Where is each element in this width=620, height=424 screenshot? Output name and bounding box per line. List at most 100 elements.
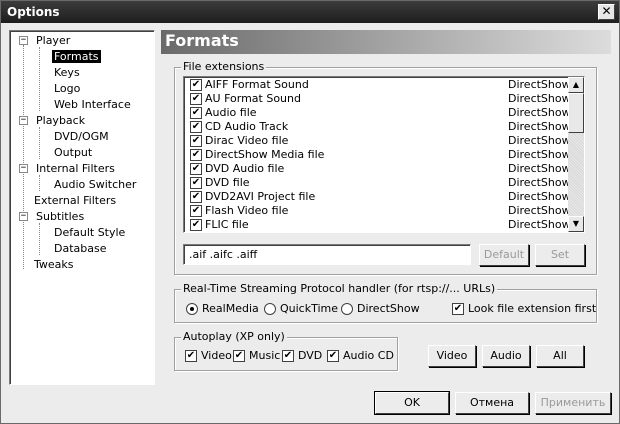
checkbox[interactable]: ✔	[190, 121, 202, 133]
autoplay-audiocd-checkbox[interactable]: ✔	[327, 350, 339, 362]
audio-button[interactable]: Audio	[482, 345, 530, 367]
file-extensions-list[interactable]: ✔ AIFF Format Sound DirectShow ✔ AU Format …	[183, 76, 585, 233]
list-scrollbar[interactable]: ▲ ▼	[568, 77, 584, 232]
tree-item-audio-switcher[interactable]: Audio Switcher	[52, 177, 138, 192]
checkbox[interactable]: ✔	[190, 191, 202, 203]
tree-label: Audio Switcher	[54, 178, 137, 191]
collapse-icon[interactable]: −	[19, 212, 28, 221]
close-button[interactable]: ✕	[598, 4, 615, 20]
list-item[interactable]: ✔ CD Audio Track DirectShow	[188, 120, 571, 134]
checkbox[interactable]: ✔	[190, 149, 202, 161]
tree-label: Subtitles	[36, 210, 85, 223]
ext-handler: DirectShow	[508, 176, 571, 189]
look-extension-label: Look file extension first	[468, 302, 597, 315]
checkbox[interactable]: ✔	[190, 79, 202, 91]
autoplay-dvd-checkbox[interactable]: ✔	[282, 350, 294, 362]
ext-name: CD Audio Track	[205, 120, 289, 133]
ext-name: AIFF Format Sound	[205, 78, 309, 91]
video-button[interactable]: Video	[428, 345, 476, 367]
tree-item-keys[interactable]: Keys	[52, 65, 82, 80]
ext-handler: DirectShow	[508, 92, 571, 105]
list-item[interactable]: ✔ AU Format Sound DirectShow	[188, 92, 571, 106]
radio-directshow[interactable]	[341, 303, 353, 315]
list-item[interactable]: ✔ AIFF Format Sound DirectShow	[188, 78, 571, 92]
list-item[interactable]: ✔ Dirac Video file DirectShow	[188, 134, 571, 148]
cancel-button[interactable]: Отмена	[455, 392, 529, 414]
group-label: Real-Time Streaming Protocol handler (fo…	[181, 282, 498, 295]
scroll-thumb[interactable]	[568, 93, 584, 133]
set-button[interactable]: Set	[535, 244, 585, 266]
ext-handler: DirectShow	[508, 190, 571, 203]
tree-label: Formats	[52, 50, 101, 63]
tree-item-default-style[interactable]: Default Style	[52, 225, 127, 240]
ext-handler: DirectShow	[508, 218, 571, 231]
ext-handler: DirectShow	[508, 148, 571, 161]
tree-label: External Filters	[34, 194, 117, 207]
autoplay-video-checkbox[interactable]: ✔	[185, 350, 197, 362]
page-title: Formats	[165, 31, 239, 50]
options-tree[interactable]: − Player Formats Keys Logo Web Interface…	[9, 30, 155, 385]
tree-playback-branch-line	[39, 127, 40, 159]
checkbox[interactable]: ✔	[190, 135, 202, 147]
checkbox[interactable]: ✔	[190, 205, 202, 217]
arrow-down-icon: ▼	[572, 219, 580, 228]
collapse-icon[interactable]: −	[19, 36, 28, 45]
list-item[interactable]: ✔ Audio file DirectShow	[188, 106, 571, 120]
look-extension-checkbox[interactable]: ✔	[452, 303, 464, 315]
list-item[interactable]: ✔ DVD2AVI Project file DirectShow	[188, 190, 571, 204]
checkbox[interactable]: ✔	[190, 107, 202, 119]
ext-handler: DirectShow	[508, 78, 571, 91]
group-label: File extensions	[181, 60, 267, 73]
default-button[interactable]: Default	[479, 244, 529, 266]
ext-handler: DirectShow	[508, 120, 571, 133]
tree-label: Database	[54, 242, 107, 255]
ext-name: DVD Audio file	[205, 162, 285, 175]
tree-item-tweaks[interactable]: Tweaks	[32, 257, 76, 272]
tree-item-database[interactable]: Database	[52, 241, 109, 256]
ext-name: Dirac Video file	[205, 134, 289, 147]
page-header: Formats	[161, 30, 611, 54]
list-item[interactable]: ✔ DVD Audio file DirectShow	[188, 162, 571, 176]
tree-item-web-interface[interactable]: Web Interface	[52, 97, 133, 112]
checkbox-label: Video	[201, 349, 232, 362]
radio-label: QuickTime	[280, 302, 339, 315]
tree-filters-branch-line	[39, 175, 40, 191]
title-bar[interactable]: Options ✕	[1, 1, 619, 23]
collapse-icon[interactable]: −	[19, 116, 28, 125]
window-title: Options	[7, 5, 60, 19]
list-item[interactable]: ✔ Flash Video file DirectShow	[188, 204, 571, 218]
tree-item-external-filters[interactable]: External Filters	[32, 193, 118, 208]
ok-button[interactable]: OK	[374, 391, 450, 415]
tree-item-dvd-ogm[interactable]: DVD/OGM	[52, 129, 111, 144]
tree-label: Logo	[54, 82, 81, 95]
all-button[interactable]: All	[536, 345, 584, 367]
tree-label: Internal Filters	[36, 162, 115, 175]
checkbox[interactable]: ✔	[190, 177, 202, 189]
scroll-down-button[interactable]: ▼	[568, 216, 584, 232]
collapse-icon[interactable]: −	[19, 164, 28, 173]
list-item[interactable]: ✔ DVD file DirectShow	[188, 176, 571, 190]
tree-root-line	[23, 45, 24, 269]
list-item[interactable]: ✔ FLIC file DirectShow	[188, 218, 571, 232]
ext-name: DVD2AVI Project file	[205, 190, 316, 203]
scroll-up-button[interactable]: ▲	[568, 77, 584, 93]
tree-item-logo[interactable]: Logo	[52, 81, 82, 96]
ext-name: DVD file	[205, 176, 250, 189]
autoplay-music-checkbox[interactable]: ✔	[233, 350, 245, 362]
checkbox[interactable]: ✔	[190, 93, 202, 105]
checkbox[interactable]: ✔	[190, 163, 202, 175]
list-item[interactable]: ✔ DirectShow Media file DirectShow	[188, 148, 571, 162]
ext-handler: DirectShow	[508, 106, 571, 119]
radio-quicktime[interactable]	[264, 303, 276, 315]
apply-button[interactable]: Применить	[535, 392, 611, 414]
arrow-up-icon: ▲	[572, 80, 580, 89]
checkbox-label: Music	[249, 349, 281, 362]
group-label: Autoplay (XP only)	[181, 330, 287, 343]
close-icon: ✕	[601, 4, 612, 18]
extensions-input[interactable]: .aif .aifc .aiff	[183, 244, 471, 265]
radio-realmedia[interactable]	[186, 303, 198, 315]
tree-item-formats[interactable]: Formats	[52, 49, 101, 64]
checkbox[interactable]: ✔	[190, 219, 202, 231]
tree-item-output[interactable]: Output	[52, 145, 94, 160]
ext-name: DirectShow Media file	[205, 148, 325, 161]
